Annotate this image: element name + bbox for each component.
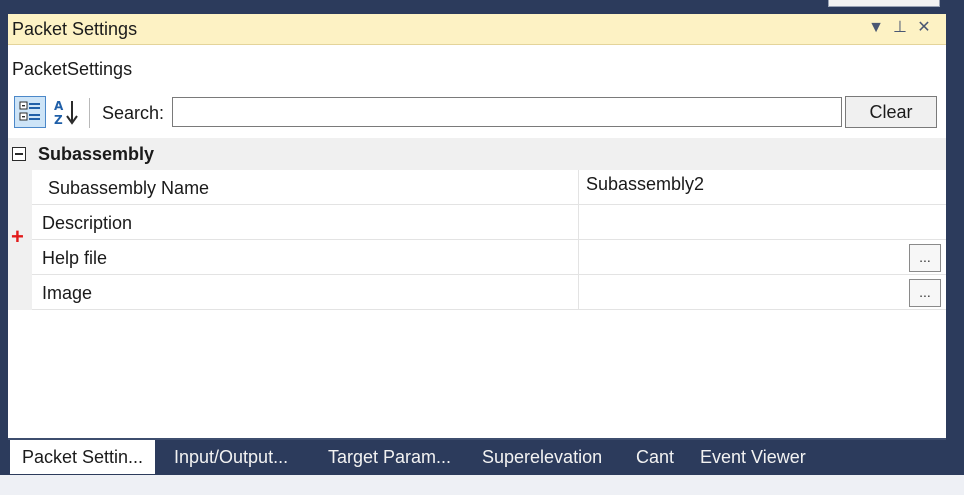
- category-subassembly[interactable]: Subassembly: [8, 138, 946, 170]
- panel-titlebar[interactable]: Packet Settings ▼ ⊥ ✕: [8, 14, 946, 45]
- tab-input-output[interactable]: Input/Output...: [174, 440, 288, 474]
- property-name: Description: [42, 213, 133, 233]
- column-divider: [578, 205, 579, 240]
- top-button-edge: [828, 0, 940, 7]
- property-name: Help file: [42, 248, 108, 268]
- categorized-view-button[interactable]: [14, 96, 46, 128]
- property-row[interactable]: Image ...: [32, 275, 946, 310]
- property-row[interactable]: Description: [32, 205, 946, 240]
- search-input[interactable]: [172, 97, 842, 127]
- image-browse-button[interactable]: ...: [909, 279, 941, 307]
- column-divider: [578, 170, 579, 205]
- close-icon[interactable]: ✕: [914, 17, 934, 39]
- property-name: Image: [42, 283, 93, 303]
- search-label: Search:: [102, 103, 165, 123]
- sort-az-icon: A Z: [54, 99, 78, 127]
- property-grid: Subassembly Name Subassembly2 Descriptio…: [32, 170, 946, 310]
- category-label: Subassembly: [38, 144, 155, 164]
- tab-superelevation[interactable]: Superelevation: [482, 440, 602, 474]
- footer-strip: [0, 475, 964, 495]
- plus-marker-icon: +: [11, 224, 24, 249]
- property-toolbar: A Z Search: Clear: [8, 94, 946, 134]
- svg-text:Z: Z: [54, 113, 63, 127]
- toolbar-separator: [89, 98, 90, 128]
- property-value[interactable]: Subassembly2: [586, 174, 704, 195]
- collapse-minus-icon[interactable]: [12, 147, 26, 161]
- alphabetical-sort-button[interactable]: A Z: [50, 96, 82, 128]
- property-row[interactable]: Subassembly Name Subassembly2: [32, 170, 946, 205]
- help-file-browse-button[interactable]: ...: [909, 244, 941, 272]
- categorized-icon: [19, 101, 40, 121]
- tab-cant[interactable]: Cant: [636, 440, 674, 474]
- properties-panel: Packet Settings ▼ ⊥ ✕ PacketSettings A Z: [8, 14, 946, 440]
- window-top-strip: [0, 0, 964, 14]
- tab-target-parameters[interactable]: Target Param...: [328, 440, 451, 474]
- tab-event-viewer[interactable]: Event Viewer: [700, 440, 806, 474]
- column-divider: [578, 240, 579, 275]
- property-row[interactable]: Help file ...: [32, 240, 946, 275]
- property-name: Subassembly Name: [48, 178, 210, 198]
- tab-packet-settings[interactable]: Packet Settin...: [10, 440, 156, 474]
- clear-button[interactable]: Clear: [845, 96, 937, 128]
- pin-icon[interactable]: ⊥: [890, 17, 910, 39]
- column-divider: [578, 275, 579, 310]
- svg-text:A: A: [54, 99, 64, 113]
- selected-object-name: PacketSettings: [12, 59, 133, 79]
- dropdown-arrow-icon[interactable]: ▼: [866, 17, 886, 39]
- panel-title: Packet Settings: [12, 19, 138, 39]
